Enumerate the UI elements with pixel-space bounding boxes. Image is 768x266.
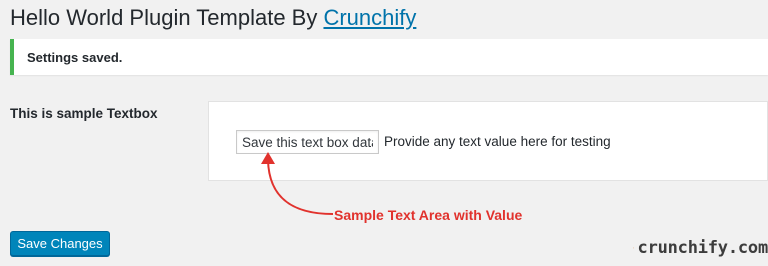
crunchify-logo-mark-icon xyxy=(633,247,634,249)
notice-text: Settings saved. xyxy=(27,50,123,65)
annotation-label: Sample Text Area with Value xyxy=(334,207,523,223)
save-changes-button[interactable]: Save Changes xyxy=(10,231,110,256)
page-title: Hello World Plugin Template By Crunchify xyxy=(10,5,416,31)
page-title-text: Hello World Plugin Template By xyxy=(10,5,318,30)
crunchify-logo: crunchify.com xyxy=(633,235,768,261)
settings-saved-notice: Settings saved. xyxy=(10,39,768,75)
textbox-description: Provide any text value here for testing xyxy=(384,134,611,149)
crunchify-link[interactable]: Crunchify xyxy=(323,5,416,30)
logo-text: crunchify.com xyxy=(637,238,768,258)
textbox-field-label: This is sample Textbox xyxy=(10,106,158,121)
annotation-arrow-icon xyxy=(261,152,334,215)
